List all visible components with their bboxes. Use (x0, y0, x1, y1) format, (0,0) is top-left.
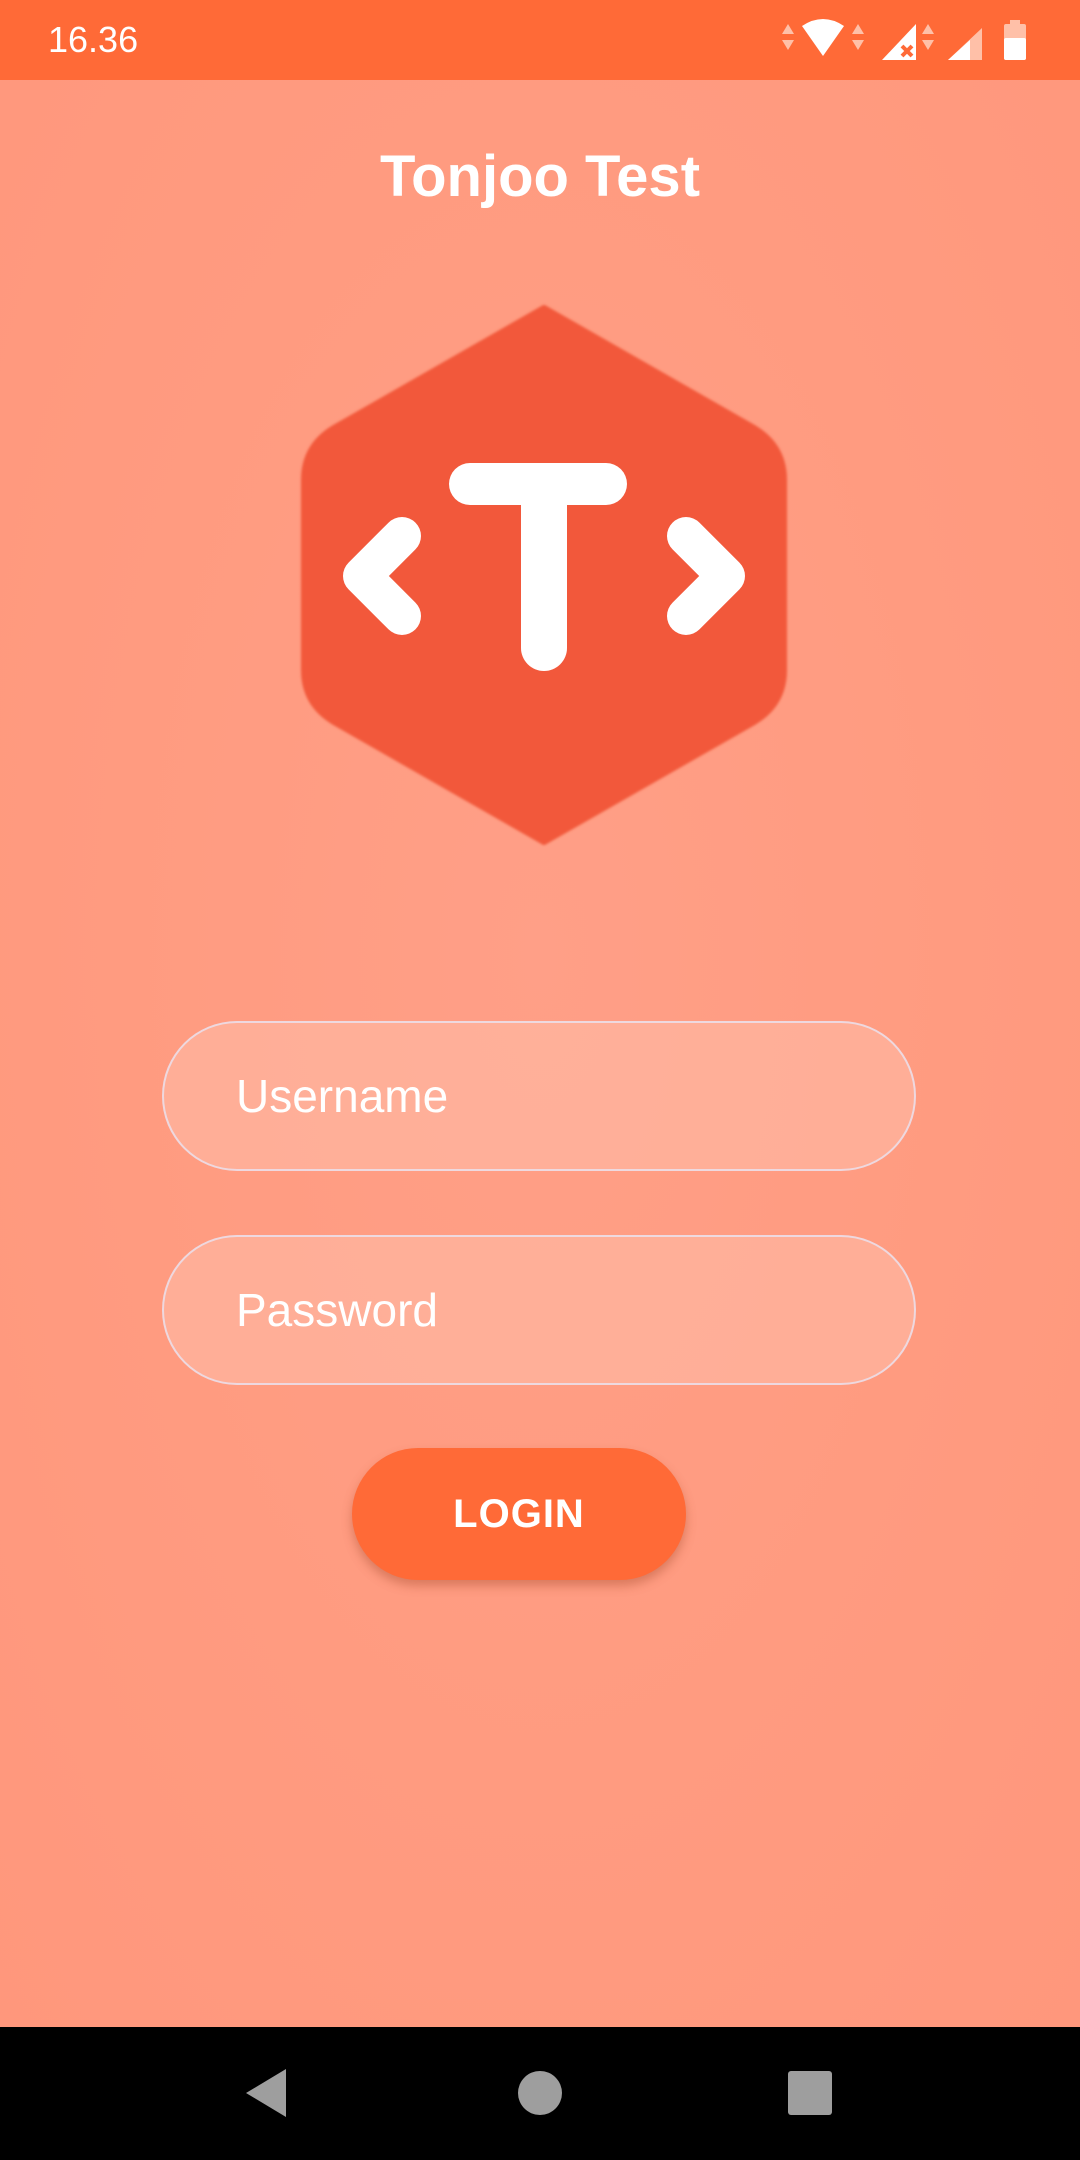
back-triangle-icon[interactable] (240, 2063, 300, 2123)
status-icons (780, 16, 1040, 64)
login-screen: Tonjoo Test LOGIN (0, 80, 1080, 2027)
home-circle-icon[interactable] (510, 2063, 570, 2123)
signal-icon (948, 28, 982, 60)
username-input[interactable] (162, 1021, 916, 1171)
recents-square-icon[interactable] (780, 2063, 840, 2123)
wifi-icon (802, 19, 844, 56)
navigation-bar (0, 2027, 1080, 2160)
battery-icon (1004, 20, 1026, 60)
password-input[interactable] (162, 1235, 916, 1385)
status-time: 16.36 (48, 19, 139, 60)
data-arrows-icon (782, 24, 794, 50)
tonjoo-hexagon-logo-icon (301, 305, 787, 845)
status-bar: 16.36 (0, 0, 1080, 80)
signal-no-sim-icon (882, 24, 916, 60)
login-button[interactable]: LOGIN (352, 1448, 686, 1580)
app-title: Tonjoo Test (379, 144, 701, 209)
data-arrows-icon-2 (852, 24, 864, 50)
data-arrows-icon-3 (922, 24, 934, 50)
